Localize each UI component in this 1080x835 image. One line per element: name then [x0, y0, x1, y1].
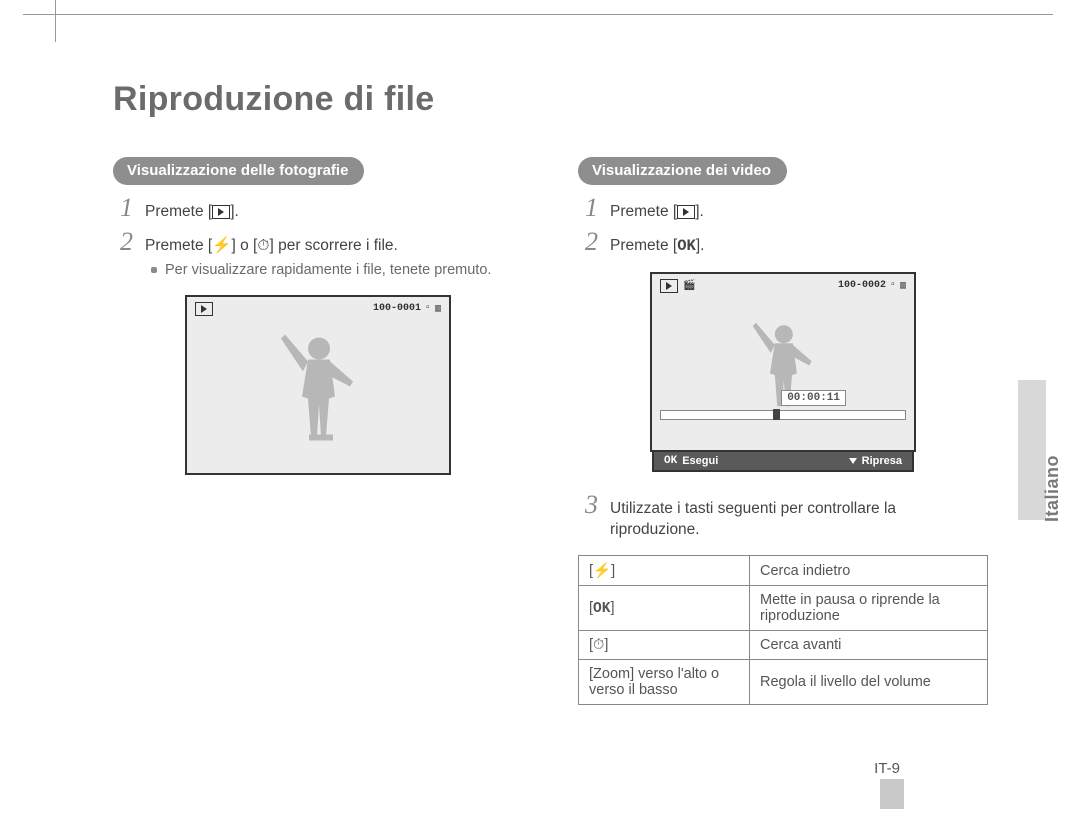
- page-number: IT-9: [874, 760, 900, 777]
- battery-icon: ▥: [900, 280, 906, 292]
- video-progress-bar: [660, 410, 906, 420]
- softkey-left: Esegui: [682, 455, 718, 467]
- step-subnote: Per visualizzare rapidamente i file, ten…: [151, 261, 523, 281]
- flash-icon: ⚡: [212, 237, 231, 254]
- lcd-photo: 100-0001 ▫ ▥: [184, 295, 452, 475]
- silhouette-figure: [263, 326, 373, 471]
- step-text: Premete [: [610, 237, 677, 254]
- page-number-tab: [880, 779, 904, 809]
- memory-icon: ▫: [890, 280, 896, 291]
- language-tab-label: Italiano: [1042, 455, 1063, 522]
- table-row: [⚡] Cerca indietro: [579, 556, 988, 586]
- page-title: Riproduzione di file: [113, 80, 1013, 119]
- crop-mark-top: [23, 14, 1053, 27]
- table-row: [Zoom] verso l'alto o verso il basso Reg…: [579, 660, 988, 705]
- step-text: ] per scorrere i file.: [269, 237, 397, 254]
- playback-icon: [212, 205, 230, 219]
- video-section: Visualizzazione dei video 1 Premete []. …: [578, 157, 988, 705]
- ok-label: OK: [677, 237, 696, 255]
- step-number: 3: [578, 490, 598, 520]
- step-text: ].: [696, 237, 705, 254]
- timer-icon: ⏱: [593, 637, 604, 653]
- step-3: 3 Utilizzate i tasti seguenti per contro…: [578, 490, 988, 541]
- step-number: 1: [113, 193, 133, 223]
- step-number: 1: [578, 193, 598, 223]
- page-content: Riproduzione di file Visualizzazione del…: [113, 80, 1013, 705]
- crop-mark-vertical: [55, 0, 56, 42]
- photos-section: Visualizzazione delle fotografie 1 Preme…: [113, 157, 523, 705]
- flash-icon: ⚡: [593, 563, 611, 579]
- subnote-text: Per visualizzare rapidamente i file, ten…: [165, 261, 491, 281]
- controls-table: [⚡] Cerca indietro [OK] Mette in pausa o…: [578, 555, 988, 705]
- ok-label: OK: [593, 601, 610, 617]
- step-1: 1 Premete [].: [578, 193, 988, 223]
- section-pill-video: Visualizzazione dei video: [578, 157, 787, 185]
- step-text: ].: [695, 203, 704, 220]
- table-row: [OK] Mette in pausa o riprende la riprod…: [579, 586, 988, 631]
- step-2: 2 Premete [OK].: [578, 227, 988, 258]
- step-text: Utilizzate i tasti seguenti per controll…: [610, 498, 988, 541]
- file-counter: 100-0002: [838, 280, 886, 291]
- battery-icon: ▥: [435, 303, 441, 315]
- control-desc: Cerca indietro: [750, 556, 988, 586]
- control-desc: Regola il livello del volume: [750, 660, 988, 705]
- step-text: ] o [: [232, 237, 258, 254]
- section-pill-photos: Visualizzazione delle fotografie: [113, 157, 364, 185]
- video-timecode: 00:00:11: [781, 390, 846, 406]
- playback-mode-icon: [660, 279, 678, 293]
- step-text: Premete [: [145, 237, 212, 254]
- timer-icon: ⏱: [257, 237, 269, 254]
- bullet-icon: [151, 267, 157, 273]
- video-mode-icon: 🎬: [683, 280, 695, 292]
- lcd-soft-keys: OK Esegui Ripresa: [652, 452, 914, 472]
- playback-mode-icon: [195, 302, 213, 316]
- step-text: Premete [: [610, 203, 677, 220]
- down-icon: [849, 458, 857, 464]
- file-counter: 100-0001: [373, 303, 421, 314]
- step-text: ].: [230, 203, 239, 220]
- step-number: 2: [578, 227, 598, 257]
- control-key: [Zoom] verso l'alto o verso il basso: [579, 660, 750, 705]
- control-desc: Cerca avanti: [750, 631, 988, 660]
- table-row: [⏱] Cerca avanti: [579, 631, 988, 660]
- lcd-video: 🎬 100-0002 ▫ ▥: [649, 272, 917, 472]
- control-desc: Mette in pausa o riprende la riproduzion…: [750, 586, 988, 631]
- step-text: Premete [: [145, 203, 212, 220]
- memory-icon: ▫: [425, 303, 431, 314]
- softkey-right: Ripresa: [862, 455, 902, 467]
- step-2: 2 Premete [⚡] o [⏱] per scorrere i file.: [113, 227, 523, 257]
- ok-icon: OK: [664, 455, 677, 467]
- playback-icon: [677, 205, 695, 219]
- step-1: 1 Premete [].: [113, 193, 523, 223]
- step-number: 2: [113, 227, 133, 257]
